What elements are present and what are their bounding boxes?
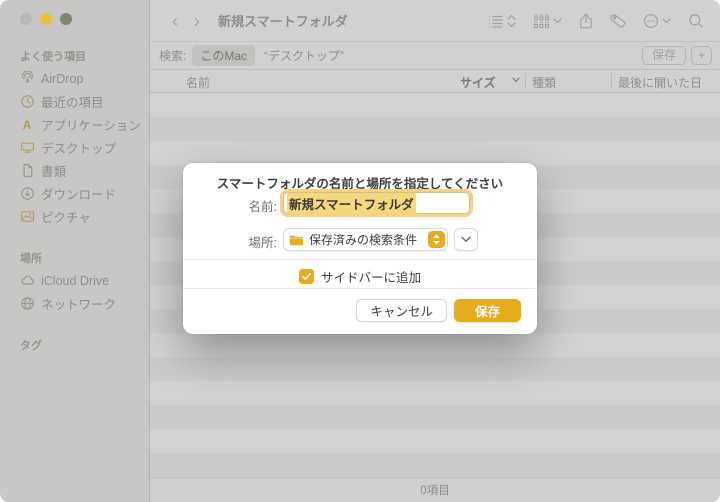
sidebar-item-icloud-drive[interactable]: iCloud Drive bbox=[0, 269, 149, 292]
add-criteria-button[interactable]: + bbox=[691, 46, 712, 65]
folder-name-input[interactable]: 新規スマートフォルダ bbox=[283, 192, 470, 214]
sidebar-item-network[interactable]: ネットワーク bbox=[0, 292, 149, 315]
sidebar-item-airdrop[interactable]: AirDrop bbox=[0, 67, 149, 90]
save-smart-folder-dialog: スマートフォルダの名前と場所を指定してください 名前: 新規スマートフォルダ 場… bbox=[183, 163, 537, 334]
cancel-button[interactable]: キャンセル bbox=[356, 299, 447, 322]
sidebar-item-label: 書類 bbox=[41, 161, 66, 180]
sidebar-item-documents[interactable]: 書類 bbox=[0, 159, 149, 182]
status-bar: 0項目 bbox=[150, 477, 720, 502]
sidebar-item-label: AirDrop bbox=[41, 72, 83, 86]
back-button[interactable]: ‹ bbox=[164, 12, 186, 30]
airdrop-icon bbox=[19, 71, 35, 87]
chevron-down-icon bbox=[662, 18, 671, 24]
add-to-sidebar-checkbox[interactable] bbox=[299, 269, 314, 284]
ellipsis-circle-icon bbox=[643, 13, 659, 29]
view-sort-chevrons-icon bbox=[507, 14, 516, 28]
sidebar-item-label: ダウンロード bbox=[41, 184, 116, 203]
sidebar-item-applications[interactable]: A アプリケーション bbox=[0, 113, 149, 136]
more-actions-control[interactable] bbox=[643, 13, 671, 29]
item-count: 0項目 bbox=[420, 482, 449, 498]
save-button[interactable]: 保存 bbox=[454, 299, 521, 322]
chevron-down-icon bbox=[553, 18, 562, 24]
column-divider[interactable] bbox=[611, 73, 612, 89]
sidebar-section-locations: 場所 bbox=[20, 250, 149, 266]
applications-icon: A bbox=[19, 117, 35, 133]
group-by-control[interactable] bbox=[533, 13, 562, 28]
document-icon bbox=[19, 163, 35, 179]
dialog-separator bbox=[183, 259, 537, 260]
dialog-separator bbox=[183, 288, 537, 289]
list-column-headers: 名前 サイズ 種類 最後に開いた日 bbox=[150, 70, 720, 93]
search-label: 検索: bbox=[159, 47, 186, 64]
location-popup-button[interactable]: 保存済みの検索条件 bbox=[283, 228, 448, 251]
icloud-icon bbox=[19, 273, 35, 289]
zoom-window-button[interactable] bbox=[60, 13, 72, 25]
sort-chevron-icon bbox=[512, 77, 520, 83]
sidebar: よく使う項目 AirDrop 最近の項目 A アプリケーション bbox=[0, 0, 150, 502]
search-icon[interactable] bbox=[688, 13, 704, 29]
sidebar-item-label: ネットワーク bbox=[41, 294, 116, 313]
pictures-icon bbox=[19, 209, 35, 225]
location-field-label: 場所: bbox=[213, 232, 277, 251]
minimize-window-button[interactable] bbox=[40, 13, 52, 25]
selected-name-text: 新規スマートフォルダ bbox=[287, 193, 416, 214]
close-window-button[interactable] bbox=[20, 13, 32, 25]
downloads-icon bbox=[19, 186, 35, 202]
search-scope-bar: 検索: このMac “デスクトップ” 保存 + bbox=[150, 42, 720, 70]
sidebar-item-label: アプリケーション bbox=[41, 115, 141, 134]
tag-icon[interactable] bbox=[610, 13, 626, 29]
dialog-title: スマートフォルダの名前と場所を指定してください bbox=[183, 173, 537, 192]
sidebar-item-label: ピクチャ bbox=[41, 207, 91, 226]
forward-button[interactable]: › bbox=[186, 12, 208, 30]
sidebar-item-desktop[interactable]: デスクトップ bbox=[0, 136, 149, 159]
toolbar: ‹ › 新規スマートフォルダ bbox=[150, 0, 720, 42]
add-to-sidebar-label: サイドバーに追加 bbox=[321, 267, 421, 286]
column-divider[interactable] bbox=[525, 73, 526, 89]
sidebar-item-label: デスクトップ bbox=[41, 138, 116, 157]
expand-dialog-button[interactable] bbox=[454, 228, 478, 251]
popup-updown-icon bbox=[428, 231, 445, 248]
scope-this-mac-button[interactable]: このMac bbox=[192, 45, 255, 66]
list-view-icon bbox=[488, 14, 504, 28]
network-globe-icon bbox=[19, 296, 35, 312]
location-value: 保存済みの検索条件 bbox=[309, 231, 417, 248]
group-view-icon bbox=[533, 13, 550, 28]
clock-icon bbox=[19, 94, 35, 110]
sidebar-item-pictures[interactable]: ピクチャ bbox=[0, 205, 149, 228]
window-controls bbox=[20, 13, 72, 25]
sidebar-section-favorites: よく使う項目 bbox=[20, 48, 149, 64]
sidebar-item-recents[interactable]: 最近の項目 bbox=[0, 90, 149, 113]
view-mode-control[interactable] bbox=[488, 14, 516, 28]
share-icon[interactable] bbox=[579, 13, 593, 29]
folder-icon bbox=[289, 234, 304, 246]
column-header-size[interactable]: サイズ bbox=[460, 74, 496, 91]
sidebar-item-label: iCloud Drive bbox=[41, 274, 109, 288]
desktop-icon bbox=[19, 140, 35, 156]
sidebar-section-tags: タグ bbox=[20, 337, 149, 353]
sidebar-item-downloads[interactable]: ダウンロード bbox=[0, 182, 149, 205]
column-header-name[interactable]: 名前 bbox=[186, 74, 210, 91]
sidebar-item-label: 最近の項目 bbox=[41, 92, 104, 111]
save-search-button[interactable]: 保存 bbox=[642, 46, 686, 65]
finder-window: よく使う項目 AirDrop 最近の項目 A アプリケーション bbox=[0, 0, 720, 502]
name-field-label: 名前: bbox=[213, 196, 277, 215]
column-header-kind[interactable]: 種類 bbox=[532, 74, 556, 91]
search-query-text[interactable]: “デスクトップ” bbox=[264, 47, 344, 64]
column-header-last-opened[interactable]: 最後に開いた日 bbox=[618, 74, 702, 91]
window-title: 新規スマートフォルダ bbox=[218, 11, 348, 30]
